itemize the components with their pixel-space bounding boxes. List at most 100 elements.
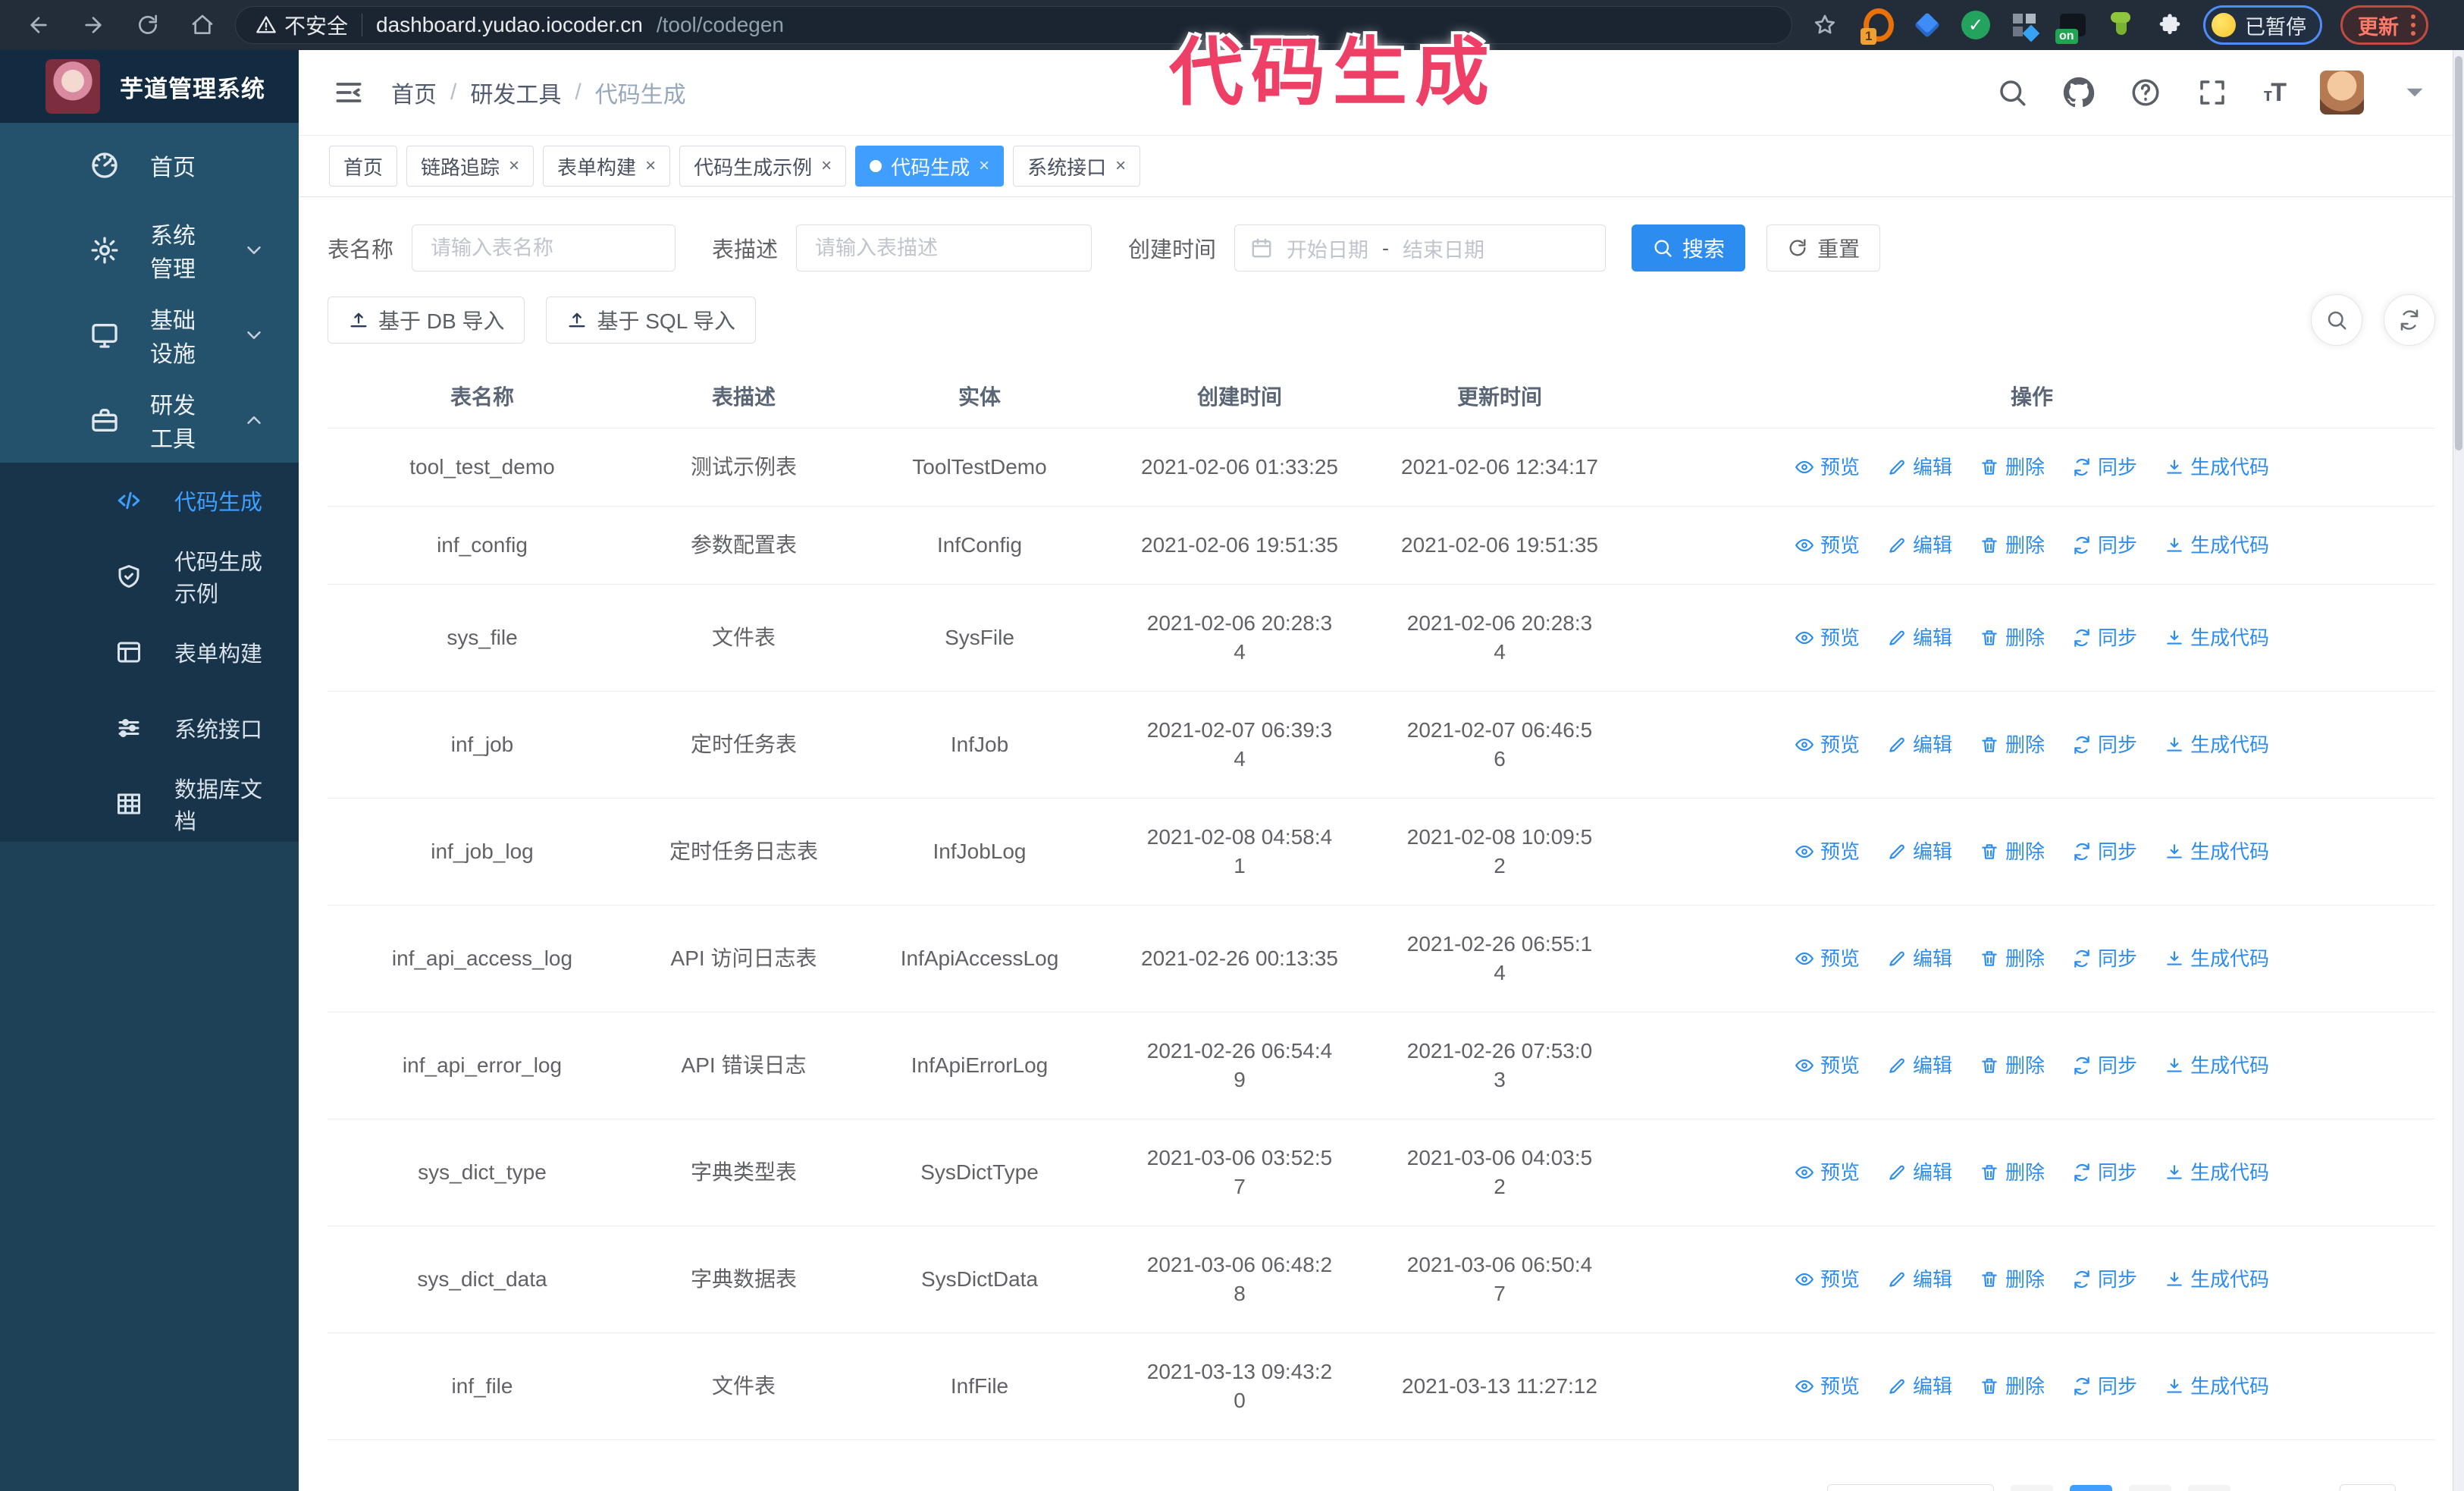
browser-update-button[interactable]: 更新 <box>2340 5 2428 45</box>
action-preview[interactable]: 预览 <box>1795 730 1860 759</box>
extension-diamond-icon[interactable] <box>1912 10 1942 40</box>
action-preview[interactable]: 预览 <box>1795 1051 1860 1080</box>
action-edit[interactable]: 编辑 <box>1887 1158 1952 1187</box>
submenu-item-0[interactable]: 代码生成 <box>0 463 299 538</box>
tag-tab[interactable]: 系统接口 × <box>1013 146 1141 187</box>
refresh-table-button[interactable] <box>2384 294 2435 346</box>
action-sync[interactable]: 同步 <box>2072 453 2137 482</box>
action-generate[interactable]: 生成代码 <box>2165 1265 2269 1294</box>
action-sync[interactable]: 同步 <box>2072 837 2137 866</box>
action-generate[interactable]: 生成代码 <box>2165 453 2269 482</box>
bookmark-star-button[interactable] <box>1803 3 1847 47</box>
action-delete[interactable]: 删除 <box>1980 453 2045 482</box>
action-sync[interactable]: 同步 <box>2072 531 2137 560</box>
toggle-search-button[interactable] <box>2311 294 2362 346</box>
import-sql-button[interactable]: 基于 SQL 导入 <box>546 297 757 344</box>
app-logo-band[interactable]: 芋道管理系统 <box>0 50 299 123</box>
action-preview[interactable]: 预览 <box>1795 453 1860 482</box>
sidebar-item-2[interactable]: 基础设施 <box>0 293 299 378</box>
tab-close-icon[interactable]: × <box>509 157 519 175</box>
extensions-puzzle-icon[interactable] <box>2155 10 2185 40</box>
address-bar[interactable]: 不安全 dashboard.yudao.iocoder.cn/tool/code… <box>235 6 1792 44</box>
action-edit[interactable]: 编辑 <box>1887 944 1952 973</box>
action-preview[interactable]: 预览 <box>1795 1158 1860 1187</box>
page-number-2[interactable]: 2 <box>2128 1485 2171 1491</box>
header-search-icon[interactable] <box>1996 77 2028 108</box>
prev-page-button[interactable] <box>2010 1485 2053 1491</box>
sidebar-item-1[interactable]: 系统管理 <box>0 208 299 293</box>
action-preview[interactable]: 预览 <box>1795 623 1860 652</box>
tag-tab[interactable]: 首页 <box>329 146 398 187</box>
action-edit[interactable]: 编辑 <box>1887 1372 1952 1401</box>
hamburger-icon[interactable] <box>332 76 365 109</box>
sidebar-item-0[interactable]: 首页 <box>0 123 299 208</box>
action-preview[interactable]: 预览 <box>1795 837 1860 866</box>
help-icon[interactable] <box>2130 77 2161 108</box>
browser-back-button[interactable] <box>17 3 61 47</box>
action-sync[interactable]: 同步 <box>2072 623 2137 652</box>
browser-reload-button[interactable] <box>126 3 170 47</box>
table-name-input[interactable] <box>412 224 676 272</box>
breadcrumb-item[interactable]: 首页 <box>391 76 437 109</box>
date-range-picker[interactable]: 开始日期 - 结束日期 <box>1234 224 1607 272</box>
extension-orange-icon[interactable]: 1 <box>1861 8 1894 45</box>
tab-close-icon[interactable]: × <box>645 157 656 175</box>
avatar-caret-down-icon[interactable] <box>2399 77 2431 108</box>
action-generate[interactable]: 生成代码 <box>2165 623 2269 652</box>
tab-close-icon[interactable]: × <box>979 157 989 175</box>
action-generate[interactable]: 生成代码 <box>2165 1051 2269 1080</box>
page-number-1[interactable]: 1 <box>2069 1485 2112 1491</box>
action-preview[interactable]: 预览 <box>1795 531 1860 560</box>
scrollbar[interactable] <box>2453 50 2464 1491</box>
sidebar-item-3[interactable]: 研发工具 <box>0 378 299 463</box>
action-preview[interactable]: 预览 <box>1795 944 1860 973</box>
reset-button[interactable]: 重置 <box>1766 224 1881 272</box>
import-db-button[interactable]: 基于 DB 导入 <box>328 297 525 344</box>
tab-close-icon[interactable]: × <box>1115 157 1126 175</box>
action-delete[interactable]: 删除 <box>1980 531 2045 560</box>
action-sync[interactable]: 同步 <box>2072 1372 2137 1401</box>
action-edit[interactable]: 编辑 <box>1887 730 1952 759</box>
browser-forward-button[interactable] <box>71 3 115 47</box>
breadcrumb-item[interactable]: 研发工具 <box>470 76 561 109</box>
action-delete[interactable]: 删除 <box>1980 1158 2045 1187</box>
user-avatar[interactable] <box>2320 71 2364 115</box>
action-delete[interactable]: 删除 <box>1980 1051 2045 1080</box>
browser-home-button[interactable] <box>180 3 224 47</box>
action-edit[interactable]: 编辑 <box>1887 531 1952 560</box>
action-generate[interactable]: 生成代码 <box>2165 944 2269 973</box>
github-icon[interactable] <box>2063 77 2095 108</box>
action-edit[interactable]: 编辑 <box>1887 1265 1952 1294</box>
table-desc-input[interactable] <box>796 224 1092 272</box>
action-sync[interactable]: 同步 <box>2072 1265 2137 1294</box>
fullscreen-icon[interactable] <box>2196 77 2228 108</box>
action-edit[interactable]: 编辑 <box>1887 1051 1952 1080</box>
scrollbar-thumb[interactable] <box>2455 56 2462 450</box>
submenu-item-4[interactable]: 数据库文档 <box>0 766 299 842</box>
submenu-item-2[interactable]: 表单构建 <box>0 614 299 690</box>
submenu-item-1[interactable]: 代码生成示例 <box>0 538 299 614</box>
tag-tab[interactable]: 代码生成示例 × <box>679 146 847 187</box>
action-edit[interactable]: 编辑 <box>1887 623 1952 652</box>
tag-tab[interactable]: 代码生成 × <box>855 146 1005 187</box>
action-generate[interactable]: 生成代码 <box>2165 837 2269 866</box>
extension-grid-icon[interactable] <box>2009 10 2040 42</box>
goto-page-input[interactable] <box>2339 1484 2396 1491</box>
action-preview[interactable]: 预览 <box>1795 1372 1860 1401</box>
action-generate[interactable]: 生成代码 <box>2165 1372 2269 1401</box>
tab-close-icon[interactable]: × <box>821 157 832 175</box>
action-sync[interactable]: 同步 <box>2072 944 2137 973</box>
action-preview[interactable]: 预览 <box>1795 1265 1860 1294</box>
action-sync[interactable]: 同步 <box>2072 730 2137 759</box>
action-delete[interactable]: 删除 <box>1980 1265 2045 1294</box>
action-delete[interactable]: 删除 <box>1980 837 2045 866</box>
next-page-button[interactable] <box>2187 1485 2230 1491</box>
action-generate[interactable]: 生成代码 <box>2165 1158 2269 1187</box>
action-delete[interactable]: 删除 <box>1980 944 2045 973</box>
action-edit[interactable]: 编辑 <box>1887 837 1952 866</box>
action-sync[interactable]: 同步 <box>2072 1158 2137 1187</box>
site-security-warning[interactable]: 不安全 <box>255 10 348 40</box>
action-generate[interactable]: 生成代码 <box>2165 730 2269 759</box>
page-size-select[interactable]: 10条/页 <box>1826 1484 1994 1491</box>
extension-key-icon[interactable] <box>2106 10 2136 40</box>
